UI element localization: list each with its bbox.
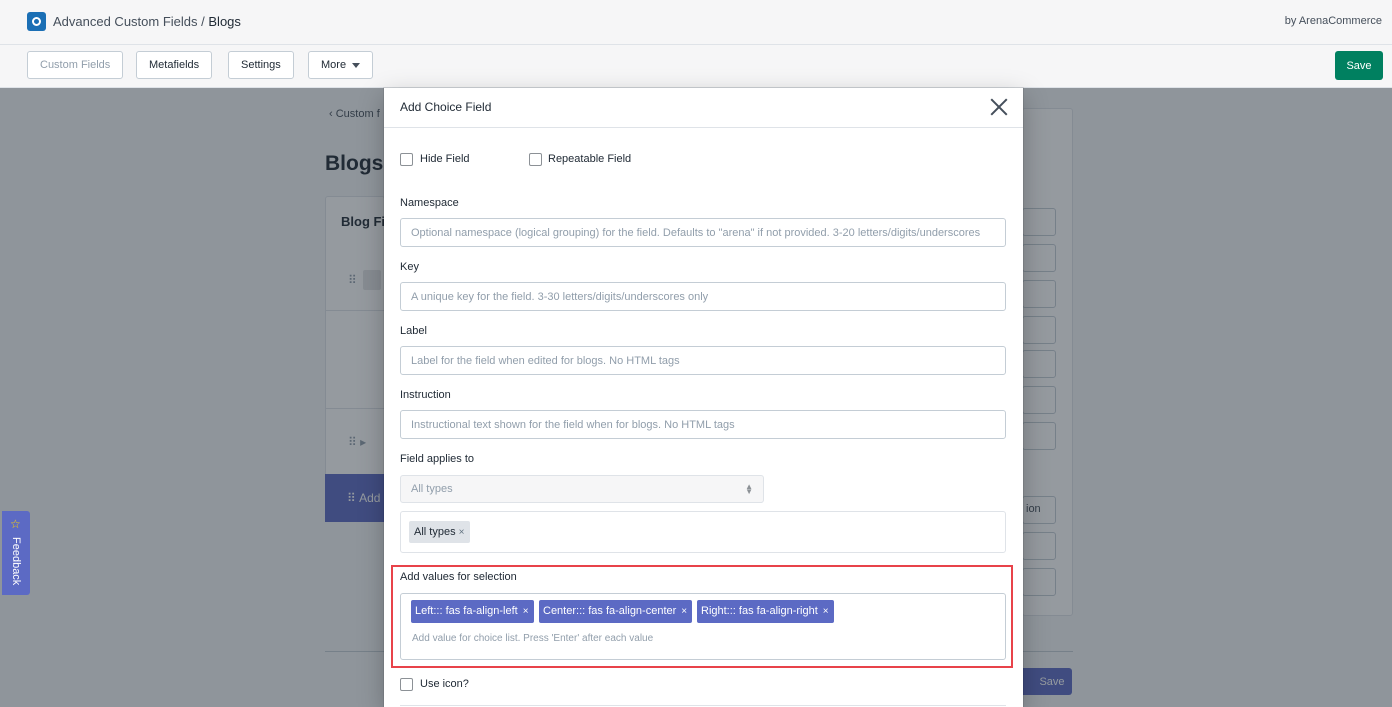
value-tag: Left::: fas fa-align-left × [411, 600, 534, 623]
use-icon-checkbox[interactable] [400, 678, 413, 691]
add-choice-field-modal: Add Choice Field Hide Field Repeatable F… [384, 88, 1023, 707]
hide-field-label: Hide Field [420, 153, 470, 165]
more-dropdown-button[interactable]: More [308, 51, 374, 79]
toolbar: Custom Fields Metafields Settings More S… [0, 45, 1392, 88]
values-placeholder: Add value for choice list. Press 'Enter'… [412, 633, 654, 644]
remove-tag-icon[interactable]: × [823, 606, 829, 617]
applies-to-tags[interactable]: All types × [400, 511, 1006, 553]
caret-down-icon [352, 62, 361, 68]
select-arrows-icon: ▲ ▼ [745, 482, 753, 496]
star-icon: ☆ [10, 517, 21, 531]
repeatable-field-checkbox[interactable] [529, 153, 542, 166]
custom-fields-button[interactable]: Custom Fields [27, 51, 124, 79]
namespace-input[interactable]: Optional namespace (logical grouping) fo… [400, 218, 1006, 247]
instruction-label: Instruction [400, 389, 451, 401]
value-tag: Center::: fas fa-align-center × [539, 600, 693, 623]
tag-label: All types [414, 526, 456, 538]
applies-to-selected: All types [411, 483, 453, 495]
applies-to-tag: All types × [409, 521, 471, 543]
save-button[interactable]: Save [1335, 51, 1383, 80]
app-logo-icon [27, 12, 46, 31]
key-input[interactable]: A unique key for the field. 3-30 letters… [400, 282, 1006, 311]
app-header: Advanced Custom Fields / Blogs by ArenaC… [0, 0, 1392, 45]
breadcrumb-separator: / [201, 14, 205, 29]
more-label: More [321, 59, 347, 71]
hide-field-checkbox[interactable] [400, 153, 413, 166]
instruction-input[interactable]: Instructional text shown for the field w… [400, 410, 1006, 439]
label-field-label: Label [400, 325, 427, 337]
applies-to-select[interactable]: All types ▲ ▼ [400, 475, 764, 503]
value-tag-label: Left::: fas fa-align-left [415, 605, 518, 617]
settings-button[interactable]: Settings [228, 51, 294, 79]
values-label: Add values for selection [400, 571, 517, 583]
label-input[interactable]: Label for the field when edited for blog… [400, 346, 1006, 375]
applies-to-label: Field applies to [400, 453, 474, 465]
breadcrumb-app-link[interactable]: Advanced Custom Fields [53, 14, 198, 29]
value-tag-label: Center::: fas fa-align-center [543, 605, 677, 617]
remove-tag-icon[interactable]: × [523, 606, 529, 617]
feedback-tab[interactable]: ☆ Feedback [2, 511, 30, 595]
breadcrumb-current: Blogs [208, 14, 241, 29]
modal-title: Add Choice Field [400, 100, 492, 114]
use-icon-label: Use icon? [420, 678, 469, 690]
vendor-byline[interactable]: by ArenaCommerce [1285, 15, 1382, 27]
repeatable-field-label: Repeatable Field [548, 153, 632, 165]
breadcrumb: Advanced Custom Fields / Blogs [53, 14, 241, 29]
remove-tag-icon[interactable]: × [459, 527, 465, 538]
key-label: Key [400, 261, 419, 273]
namespace-label: Namespace [400, 197, 459, 209]
metafields-button[interactable]: Metafields [136, 51, 213, 79]
feedback-label: Feedback [10, 537, 22, 586]
value-tag-label: Right::: fas fa-align-right [701, 605, 818, 617]
modal-header: Add Choice Field [384, 88, 1023, 128]
close-icon[interactable] [989, 97, 1009, 117]
value-tag: Right::: fas fa-align-right × [697, 600, 834, 623]
remove-tag-icon[interactable]: × [681, 606, 687, 617]
modal-divider [400, 705, 1006, 706]
values-tag-input[interactable]: Left::: fas fa-align-left × Center::: fas… [400, 593, 1006, 660]
